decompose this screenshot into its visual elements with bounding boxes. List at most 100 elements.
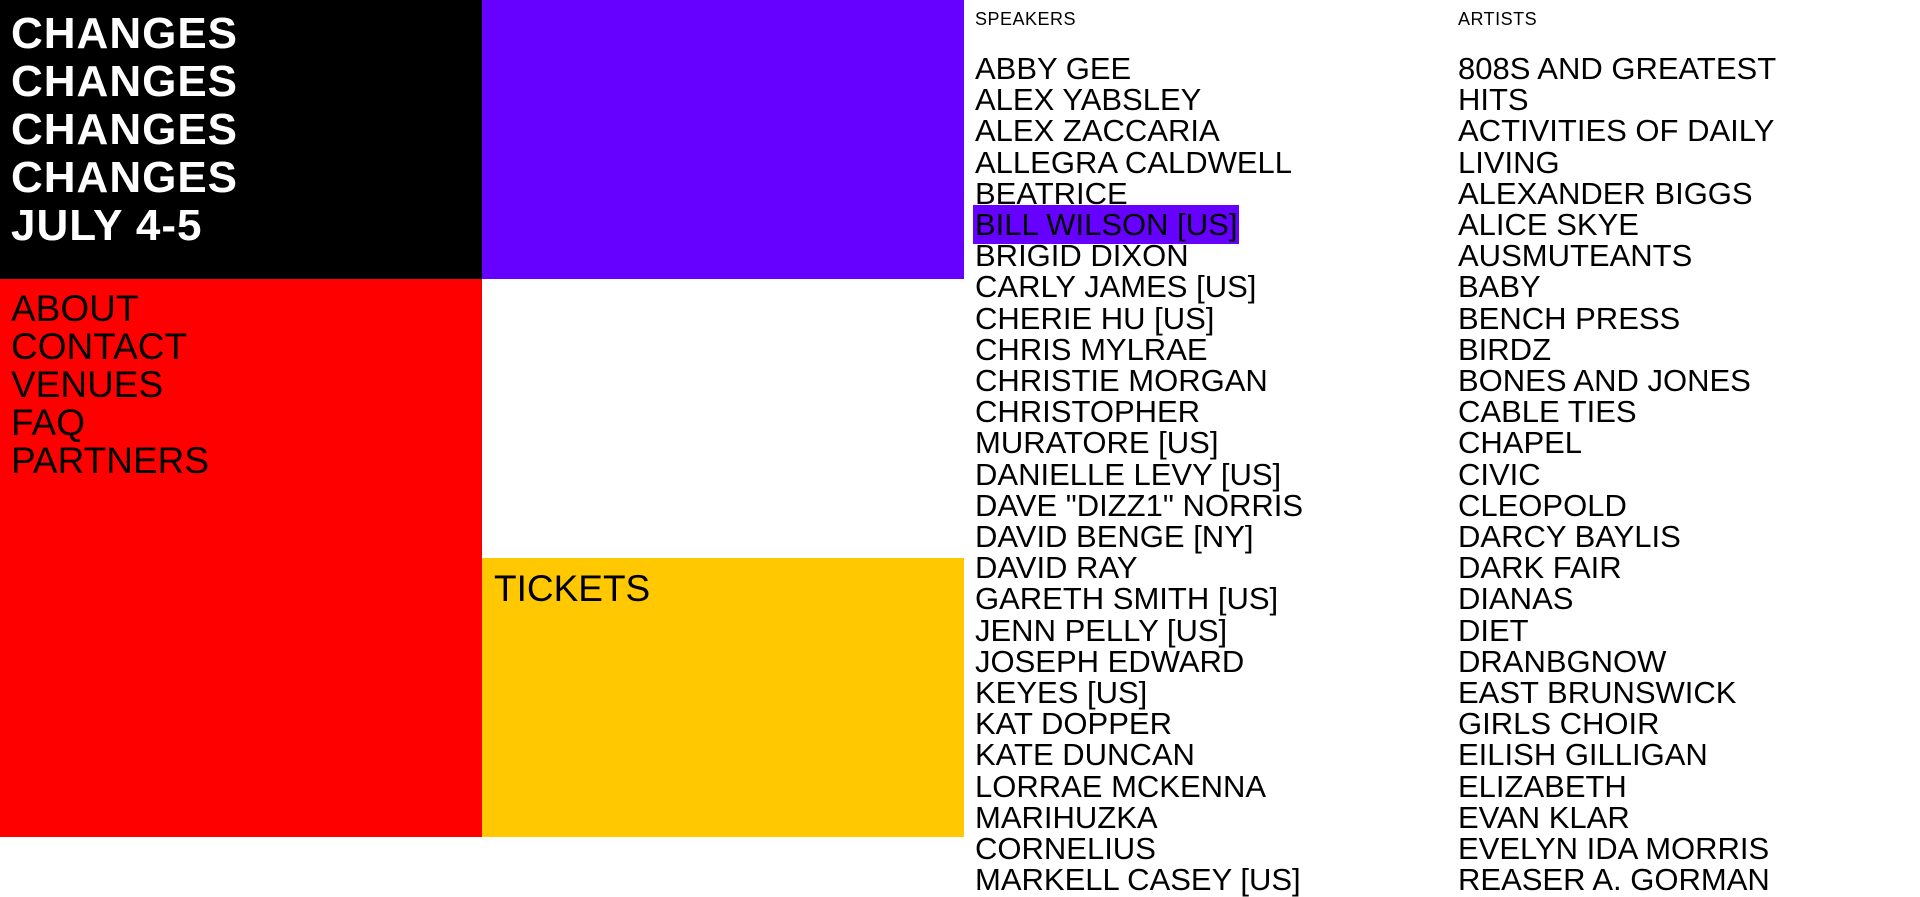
artist-item[interactable]: ELIZABETH xyxy=(1458,771,1920,802)
artist-item-label: BIRDZ xyxy=(1458,331,1551,367)
artist-item[interactable]: EILISH GILLIGAN xyxy=(1458,739,1920,770)
speaker-item-label: KATE DUNCAN xyxy=(975,737,1195,773)
speaker-item[interactable]: ALLEGRA CALDWELL xyxy=(975,147,1445,178)
artist-item-label: ELIZABETH xyxy=(1458,768,1627,804)
speaker-item-label: CORNELIUS xyxy=(975,831,1156,867)
speaker-item[interactable]: MARIHUZKA xyxy=(975,802,1445,833)
speaker-item-label: ALLEGRA CALDWELL xyxy=(975,144,1293,180)
logo-block[interactable]: CHANGES CHANGES CHANGES CHANGES JULY 4-5 xyxy=(0,0,482,279)
speaker-item-label: LORRAE MCKENNA xyxy=(975,768,1267,804)
artists-heading: ARTISTS xyxy=(1458,9,1538,29)
speaker-item[interactable]: KATE DUNCAN xyxy=(975,739,1445,770)
speaker-item-label: ALEX ZACCARIA xyxy=(975,113,1220,149)
artist-item[interactable]: CIVIC xyxy=(1458,459,1920,490)
nav-partners-link[interactable]: PARTNERS xyxy=(11,442,471,480)
main-nav: ABOUT CONTACT VENUES FAQ PARTNERS xyxy=(0,279,482,837)
speaker-item[interactable]: ALEX YABSLEY xyxy=(975,84,1445,115)
speaker-item[interactable]: DAVE "DIZZ1" NORRIS xyxy=(975,490,1445,521)
speaker-item-label: BRIGID DIXON xyxy=(975,238,1189,274)
artist-item-label: CIVIC xyxy=(1458,456,1541,492)
artist-item[interactable]: BABY xyxy=(1458,271,1920,302)
artist-item[interactable]: AUSMUTEANTS xyxy=(1458,240,1920,271)
nav-faq-link[interactable]: FAQ xyxy=(11,404,471,442)
speaker-item-label: DAVE "DIZZ1" NORRIS xyxy=(975,487,1304,523)
artist-item[interactable]: LIVING xyxy=(1458,147,1920,178)
artist-item-label: BENCH PRESS xyxy=(1458,300,1681,336)
artist-item[interactable]: CLEOPOLD xyxy=(1458,490,1920,521)
purple-color-block xyxy=(482,0,964,279)
speaker-item[interactable]: ABBY GEE xyxy=(975,53,1445,84)
speaker-item[interactable]: CHRIS MYLRAE xyxy=(975,334,1445,365)
speaker-item[interactable]: DAVID RAY xyxy=(975,552,1445,583)
nav-contact-link[interactable]: CONTACT xyxy=(11,328,471,366)
speaker-item-label: CARLY JAMES [US] xyxy=(975,269,1257,305)
speaker-item[interactable]: BRIGID DIXON xyxy=(975,240,1445,271)
artist-item[interactable]: 808S AND GREATEST xyxy=(1458,53,1920,84)
logo-line-1: CHANGES xyxy=(11,9,239,58)
artist-item[interactable]: HITS xyxy=(1458,84,1920,115)
speaker-item[interactable]: ALEX ZACCARIA xyxy=(975,115,1445,146)
speaker-item[interactable]: JOSEPH EDWARD xyxy=(975,646,1445,677)
artist-item[interactable]: GIRLS CHOIR xyxy=(1458,708,1920,739)
speaker-item-label: DANIELLE LEVY [US] xyxy=(975,456,1282,492)
artist-item-label: HITS xyxy=(1458,82,1529,118)
artist-item[interactable]: ALICE SKYE xyxy=(1458,209,1920,240)
event-dates: JULY 4-5 xyxy=(11,201,203,250)
nav-about-link[interactable]: ABOUT xyxy=(11,290,471,328)
artist-item-label: ACTIVITIES OF DAILY xyxy=(1458,113,1775,149)
artist-item[interactable]: CABLE TIES xyxy=(1458,396,1920,427)
artists-list: 808S AND GREATEST HITS ACTIVITIES OF DAILY… xyxy=(1458,53,1920,895)
speaker-item[interactable]: CORNELIUS xyxy=(975,833,1445,864)
speaker-item-label: KEYES [US] xyxy=(975,675,1148,711)
speaker-item[interactable]: BEATRICE xyxy=(975,178,1445,209)
white-spacer-block xyxy=(482,279,964,558)
speaker-item-label: CHRIS MYLRAE xyxy=(975,331,1208,367)
artist-item[interactable]: EVAN KLAR xyxy=(1458,802,1920,833)
speakers-list: ABBY GEE ALEX YABSLEY ALEX ZACCARIA ALLEGRA… xyxy=(972,53,1445,897)
speaker-item-label: MURATORE [US] xyxy=(975,425,1219,461)
artist-item[interactable]: CHAPEL xyxy=(1458,427,1920,458)
artist-item[interactable]: DIET xyxy=(1458,615,1920,646)
speaker-item[interactable]: CHRISTIE MORGAN xyxy=(975,365,1445,396)
artist-item[interactable]: EAST BRUNSWICK xyxy=(1458,677,1920,708)
artist-item-label: CLEOPOLD xyxy=(1458,487,1627,523)
speakers-heading: SPEAKERS xyxy=(975,9,1077,29)
artist-item[interactable]: DRANBGNOW xyxy=(1458,646,1920,677)
artist-item[interactable]: DARK FAIR xyxy=(1458,552,1920,583)
speaker-item[interactable]: CHRISTOPHER xyxy=(975,396,1445,427)
artist-item[interactable]: BIRDZ xyxy=(1458,334,1920,365)
speaker-item[interactable]: CHERIE HU [US] xyxy=(975,303,1445,334)
artist-item[interactable]: BONES AND JONES xyxy=(1458,365,1920,396)
speaker-item[interactable]: KAT DOPPER xyxy=(975,708,1445,739)
artist-item-label: BABY xyxy=(1458,269,1541,305)
tickets-link[interactable]: TICKETS xyxy=(494,568,650,610)
speaker-item[interactable]: MURATORE [US] xyxy=(975,427,1445,458)
artist-item[interactable]: EVELYN IDA MORRIS xyxy=(1458,833,1920,864)
speaker-item-highlighted[interactable]: BILL WILSON [US] xyxy=(972,205,1445,245)
speaker-item-label: GARETH SMITH [US] xyxy=(975,581,1279,617)
speaker-item[interactable]: JENN PELLY [US] xyxy=(975,615,1445,646)
artist-item[interactable]: DIANAS xyxy=(1458,583,1920,614)
speaker-item-label: ALEX YABSLEY xyxy=(975,82,1202,118)
artist-item-label: DIET xyxy=(1458,612,1529,648)
nav-venues-link[interactable]: VENUES xyxy=(11,366,471,404)
speaker-item[interactable]: GARETH SMITH [US] xyxy=(975,583,1445,614)
speaker-item[interactable]: CARLY JAMES [US] xyxy=(975,271,1445,302)
artist-item[interactable]: ACTIVITIES OF DAILY xyxy=(1458,115,1920,146)
speaker-item[interactable]: DAVID BENGE [NY] xyxy=(975,521,1445,552)
speaker-item[interactable]: LORRAE MCKENNA xyxy=(975,771,1445,802)
speaker-item-label: MARKELL CASEY [US] xyxy=(975,862,1301,897)
speaker-item-label: CHRISTIE MORGAN xyxy=(975,363,1268,399)
speaker-item-label: CHRISTOPHER xyxy=(975,394,1201,430)
speaker-item-label: MARIHUZKA xyxy=(975,799,1158,835)
artist-item[interactable]: ALEXANDER BIGGS xyxy=(1458,178,1920,209)
artist-item[interactable]: DARCY BAYLIS xyxy=(1458,521,1920,552)
tickets-block[interactable]: TICKETS xyxy=(482,558,964,837)
artists-column: ARTISTS 808S AND GREATEST HITS ACTIVITIES … xyxy=(1458,0,1920,895)
speaker-item[interactable]: KEYES [US] xyxy=(975,677,1445,708)
logo-line-3: CHANGES xyxy=(11,105,239,154)
speaker-item-label: CHERIE HU [US] xyxy=(975,300,1215,336)
speaker-item[interactable]: DANIELLE LEVY [US] xyxy=(975,459,1445,490)
artist-item-label: AUSMUTEANTS xyxy=(1458,238,1693,274)
artist-item[interactable]: BENCH PRESS xyxy=(1458,303,1920,334)
